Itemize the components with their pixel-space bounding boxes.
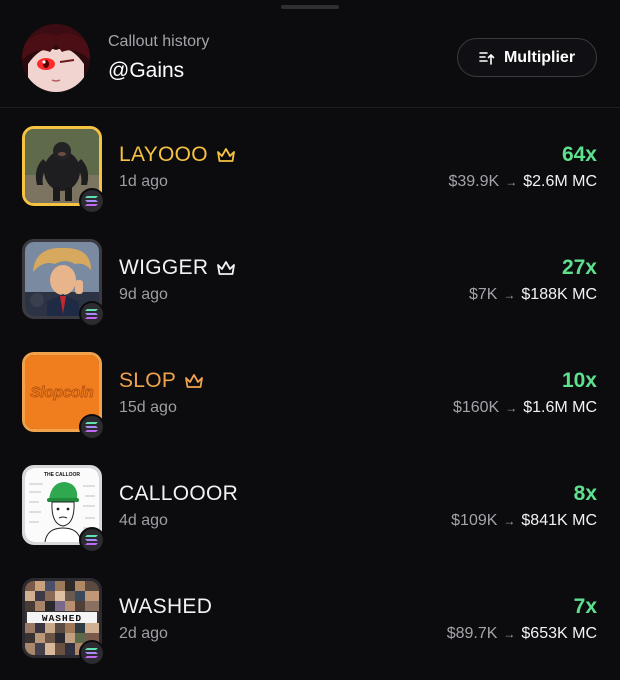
callout-row[interactable]: THE CALLOOR CALLOOOR 4d ago 8x $109K → $… [0,447,620,560]
token-name: WIGGER [119,256,209,279]
arrow-right-icon: → [505,175,518,189]
solana-icon [85,196,98,206]
solana-badge [79,188,105,214]
washed-collage-text: WASHED [42,613,82,624]
arrow-right-icon: → [503,288,516,302]
callout-age: 15d ago [119,399,177,416]
arrow-right-icon: → [503,514,516,528]
callout-age: 2d ago [119,625,168,642]
arrow-right-icon: → [503,627,516,641]
crown-icon [217,261,236,275]
solana-icon [85,535,98,545]
mc-from: $89.7K [446,625,498,642]
header: Callout history @Gains Multiplier [0,0,620,108]
callout-row[interactable]: LAYOOO 1d ago 64x $39.9K → $2.6M MC [0,108,620,221]
multiplier-value: 64x [561,143,597,166]
meme-caption-text: THE CALLOOR [44,472,80,478]
multiplier-sort-button[interactable]: Multiplier [457,38,597,77]
solana-badge [79,527,105,553]
sort-icon [479,51,495,65]
solana-icon [85,648,98,658]
avatar[interactable] [22,24,90,92]
mc-to: $653K MC [521,625,597,642]
market-cap-change: $89.7K → $653K MC [447,625,597,643]
callout-age: 9d ago [119,286,168,303]
callout-row[interactable]: WIGGER 9d ago 27x $7K → $188K MC [0,221,620,334]
market-cap-change: $109K → $841K MC [451,512,597,530]
mc-to: $1.6M MC [523,399,597,416]
header-subtitle: Callout history [108,33,210,50]
mc-from: $39.9K [448,173,500,190]
crown-icon [217,148,235,162]
solana-icon [85,309,98,319]
callout-age: 1d ago [119,173,168,190]
market-cap-change: $160K → $1.6M MC [453,399,597,417]
multiplier-value: 10x [561,369,597,392]
header-handle: @Gains [108,59,185,82]
multiplier-value: 8x [573,482,597,505]
token-name: LAYOOO [119,143,208,166]
token-name: CALLOOOR [119,482,239,505]
solana-badge [79,640,105,666]
solana-icon [85,422,98,432]
multiplier-value: 7x [573,595,597,618]
token-name: WASHED [119,595,213,618]
mc-from: $7K [468,286,498,303]
crown-icon [185,374,204,388]
market-cap-change: $39.9K → $2.6M MC [448,173,597,191]
mc-to: $841K MC [521,512,597,529]
mc-to: $188K MC [521,286,597,303]
multiplier-value: 27x [561,256,597,279]
token-name: SLOP [119,369,177,392]
solana-badge [79,301,105,327]
anime-avatar-icon [22,24,90,92]
callout-row[interactable]: WASHED WASHED 2d ago 7x $89.7K → $653K M… [0,560,620,673]
slopcoin-logo-text: Slopcoin [30,384,93,401]
callout-list: LAYOOO 1d ago 64x $39.9K → $2.6M MC WIGG… [0,108,620,673]
multiplier-sort-label: Multiplier [503,48,576,66]
mc-to: $2.6M MC [523,173,597,190]
callout-age: 4d ago [119,512,168,529]
mc-from: $109K [451,512,498,529]
callout-row[interactable]: Slopcoin SLOP 15d ago 10x $160K → $1.6M … [0,334,620,447]
arrow-right-icon: → [505,401,518,415]
market-cap-change: $7K → $188K MC [469,286,597,304]
solana-badge [79,414,105,440]
mc-from: $160K [452,399,500,416]
